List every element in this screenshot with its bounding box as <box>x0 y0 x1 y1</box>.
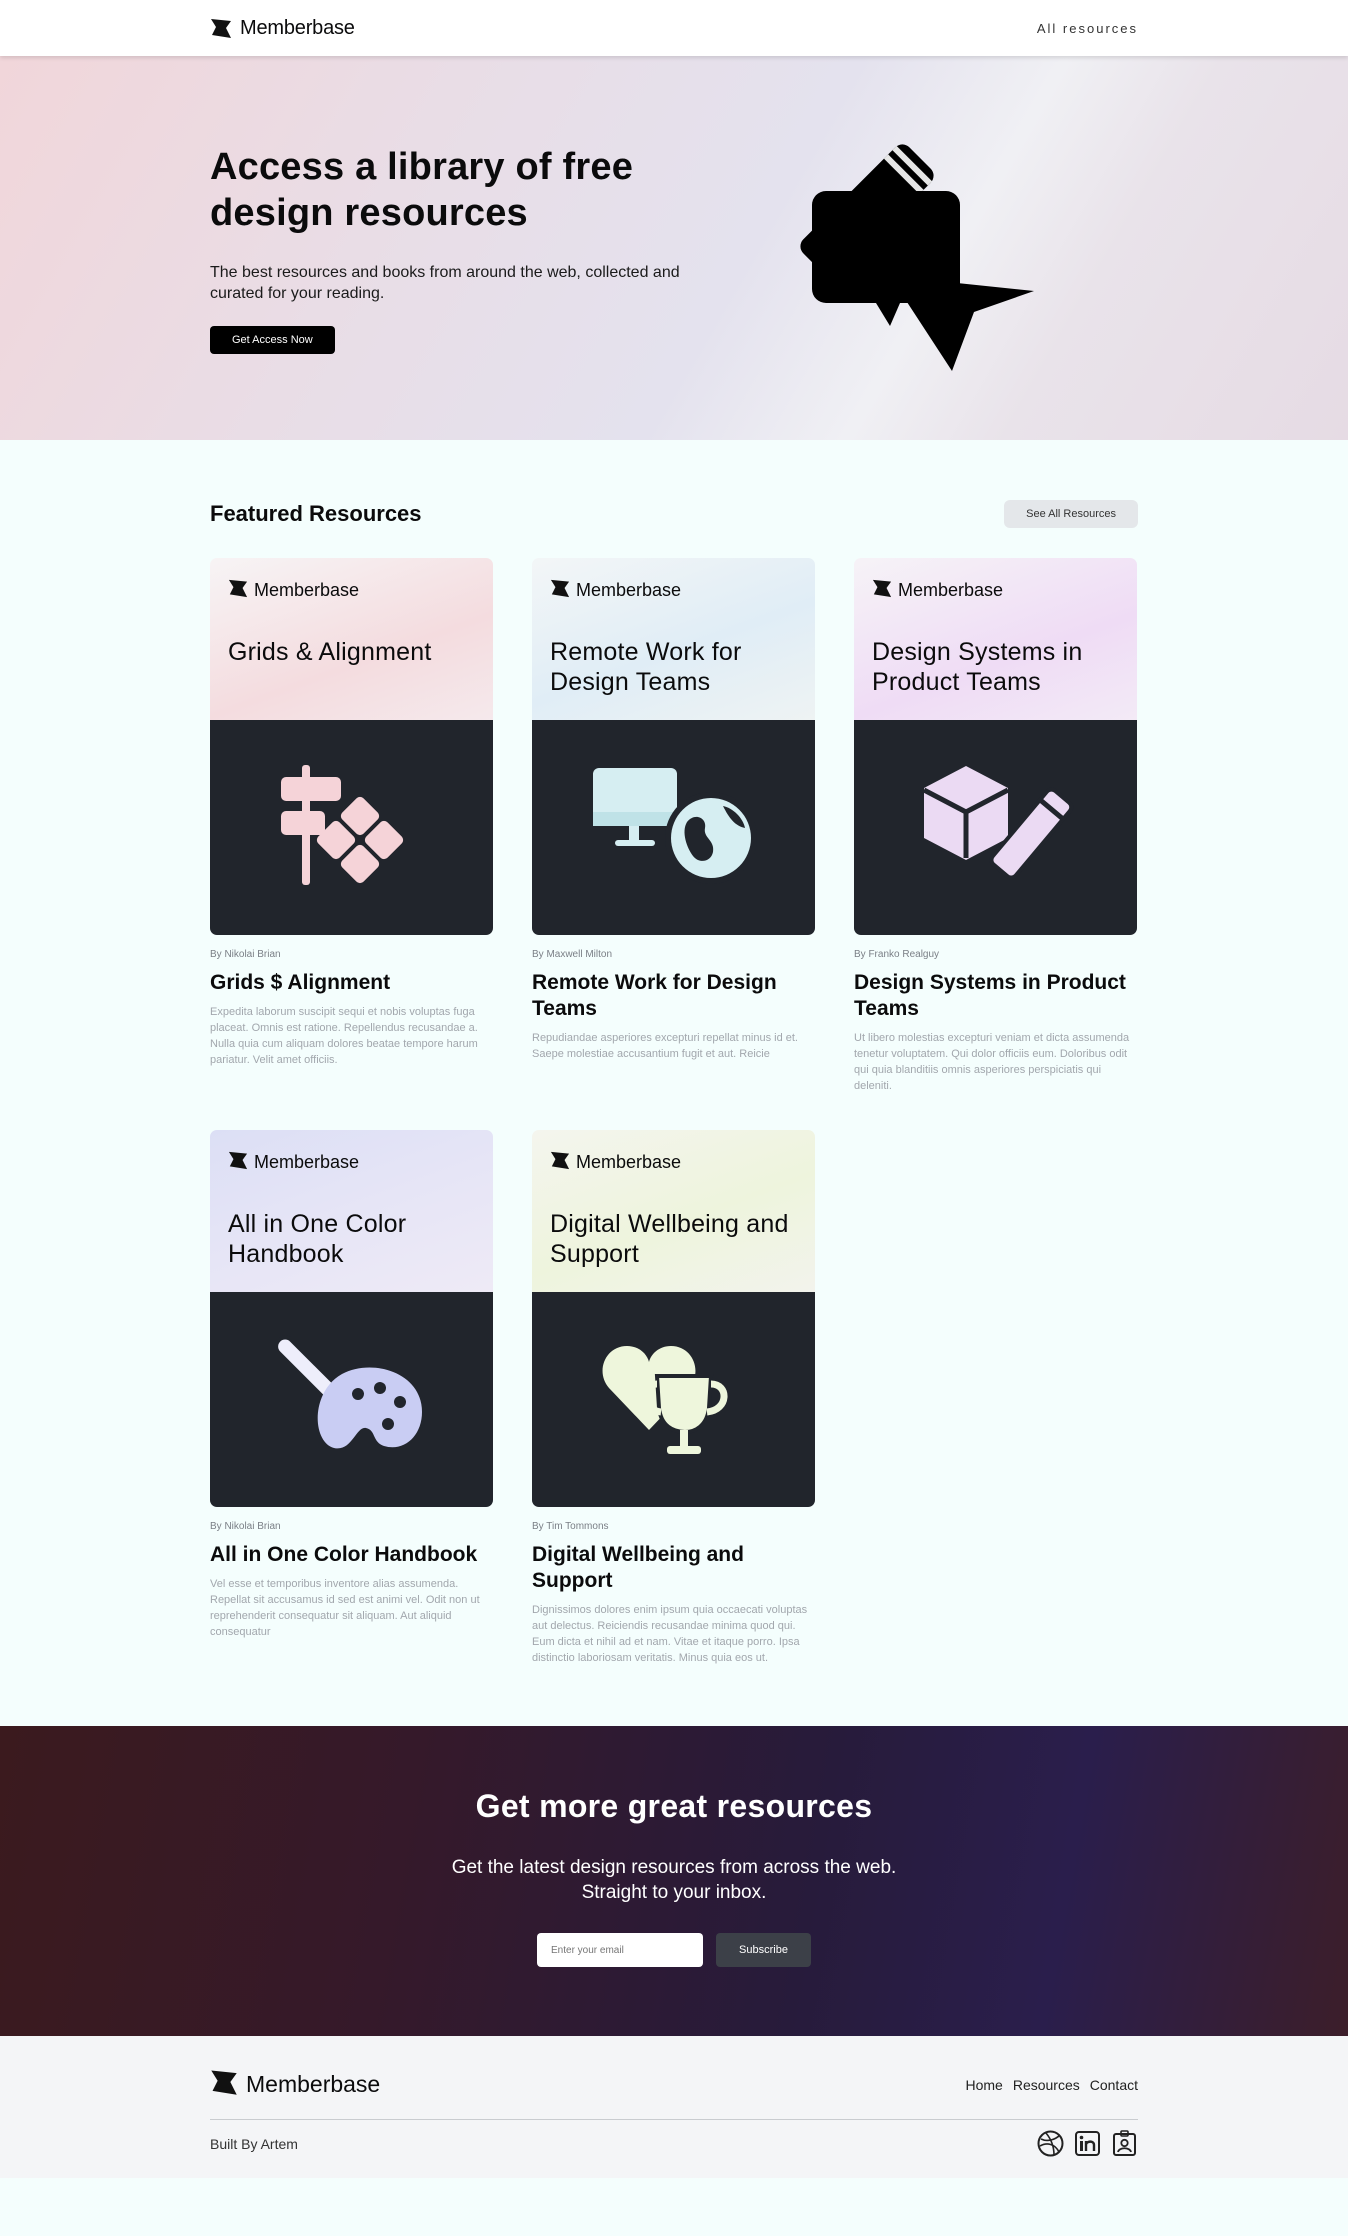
hero-text: Access a library of free design resource… <box>210 144 690 354</box>
cover-title: All in One Color Handbook <box>228 1210 407 1268</box>
cover-brand-name: Memberbase <box>898 580 1004 600</box>
resource-grid: Memberbase Grids & Alignment By Nikolai … <box>210 558 1138 1666</box>
newsletter-subtitle-line2: Straight to your inbox. <box>581 1882 767 1903</box>
palette-brush-icon <box>272 1332 432 1467</box>
memberbase-logo-icon <box>228 1150 248 1175</box>
brand-name: Memberbase <box>240 16 355 39</box>
resource-card[interactable]: Memberbase Digital Wellbeing and Support <box>532 1130 815 1666</box>
card-author: By Franko Realguy <box>854 949 940 960</box>
card-title[interactable]: All in One Color Handbook <box>210 1542 493 1568</box>
cover-title: Remote Work for Design Teams <box>550 638 742 696</box>
see-all-resources-button[interactable]: See All Resources <box>1004 500 1138 528</box>
card-author: By Maxwell Milton <box>532 949 613 960</box>
cover-title: Digital Wellbeing and Support <box>550 1210 789 1268</box>
footer-link-contact[interactable]: Contact <box>1090 2077 1138 2093</box>
footer: Memberbase Home Resources Contact Built … <box>0 2036 1348 2178</box>
top-nav: Memberbase All resources <box>0 0 1348 56</box>
cover-brand-name: Memberbase <box>254 580 360 600</box>
resource-card[interactable]: Memberbase Grids & Alignment By Nikolai … <box>210 558 493 1094</box>
social-links <box>1037 2130 1138 2157</box>
featured-resources: Featured Resources See All Resources Mem… <box>0 440 1348 1726</box>
newsletter-subtitle: Get the latest design resources from acr… <box>0 1855 1348 1905</box>
email-input[interactable] <box>537 1933 703 1967</box>
built-by-text: Built By Artem <box>210 2135 298 2152</box>
linkedin-icon[interactable] <box>1074 2130 1101 2157</box>
subscribe-button[interactable]: Subscribe <box>716 1933 811 1967</box>
memberbase-logo-icon <box>872 578 892 603</box>
footer-brand-name: Memberbase <box>246 2071 381 2097</box>
card-author: By Nikolai Brian <box>210 1521 281 1532</box>
card-cover[interactable]: Memberbase Grids & Alignment <box>210 558 493 935</box>
newsletter-title: Get more great resources <box>475 1788 873 1824</box>
footer-nav: Home Resources Contact <box>965 2077 1138 2093</box>
hero-title: Access a library of free design resource… <box>210 146 634 234</box>
footer-link-home[interactable]: Home <box>965 2077 1002 2093</box>
newsletter-subtitle-line1: Get the latest design resources from acr… <box>451 1857 897 1878</box>
hero-subtitle: The best resources and books from around… <box>210 264 680 302</box>
card-cover[interactable]: Memberbase Remote Work for Design Teams <box>532 558 815 935</box>
cover-title: Design Systems in Product Teams <box>872 638 1083 696</box>
subscribe-form: Subscribe <box>0 1933 1348 1967</box>
card-description: Repudiandae asperiores excepturi repella… <box>532 1032 798 1060</box>
cover-brand-name: Memberbase <box>254 1152 360 1172</box>
newsletter-section: Get more great resources Get the latest … <box>0 1726 1348 2036</box>
card-author: By Tim Tommons <box>532 1521 609 1532</box>
brand[interactable]: Memberbase <box>210 17 355 40</box>
card-cover[interactable]: Memberbase Digital Wellbeing and Support <box>532 1130 815 1507</box>
memberbase-logo-icon <box>210 17 232 39</box>
card-description: Ut libero molestias excepturi veniam et … <box>854 1032 1130 1092</box>
cube-pencil-icon <box>916 760 1076 895</box>
card-author: By Nikolai Brian <box>210 949 281 960</box>
align-icon <box>277 755 427 900</box>
monitor-globe-icon <box>589 760 759 895</box>
resource-card[interactable]: Memberbase Remote Work for Design Teams <box>532 558 815 1094</box>
dribbble-icon[interactable] <box>1037 2130 1064 2157</box>
card-cover[interactable]: Memberbase All in One Color Handbook <box>210 1130 493 1507</box>
nav-all-resources-link[interactable]: All resources <box>1037 21 1138 36</box>
memberbase-logo-icon <box>228 578 248 603</box>
card-title[interactable]: Design Systems in Product Teams <box>854 970 1137 1022</box>
card-title[interactable]: Grids $ Alignment <box>210 970 493 996</box>
memberbase-logo-icon <box>550 1150 570 1175</box>
get-access-button[interactable]: Get Access Now <box>210 326 335 354</box>
user-badge-icon[interactable] <box>1111 2130 1138 2157</box>
resource-card[interactable]: Memberbase Design Systems in Product Tea… <box>854 558 1137 1094</box>
cover-brand-name: Memberbase <box>576 580 682 600</box>
card-description: Vel esse et temporibus inventore alias a… <box>210 1578 480 1638</box>
card-cover[interactable]: Memberbase Design Systems in Product Tea… <box>854 558 1137 935</box>
footer-brand[interactable]: Memberbase <box>210 2068 380 2101</box>
card-description: Expedita laborum suscipit sequi et nobis… <box>210 1006 478 1066</box>
memberbase-logo-icon <box>210 2068 238 2101</box>
hero: Access a library of free design resource… <box>0 56 1348 440</box>
heart-trophy-icon <box>599 1332 749 1467</box>
hero-illustration-icon <box>772 116 1042 391</box>
resource-card[interactable]: Memberbase All in One Color Handbook By … <box>210 1130 493 1666</box>
footer-link-resources[interactable]: Resources <box>1013 2077 1080 2093</box>
card-title[interactable]: Remote Work for Design Teams <box>532 970 815 1022</box>
featured-title: Featured Resources <box>210 501 422 526</box>
card-description: Dignissimos dolores enim ipsum quia occa… <box>532 1604 808 1664</box>
cover-brand-name: Memberbase <box>576 1152 682 1172</box>
memberbase-logo-icon <box>550 578 570 603</box>
cover-title: Grids & Alignment <box>228 638 432 666</box>
card-title[interactable]: Digital Wellbeing and Support <box>532 1542 815 1594</box>
